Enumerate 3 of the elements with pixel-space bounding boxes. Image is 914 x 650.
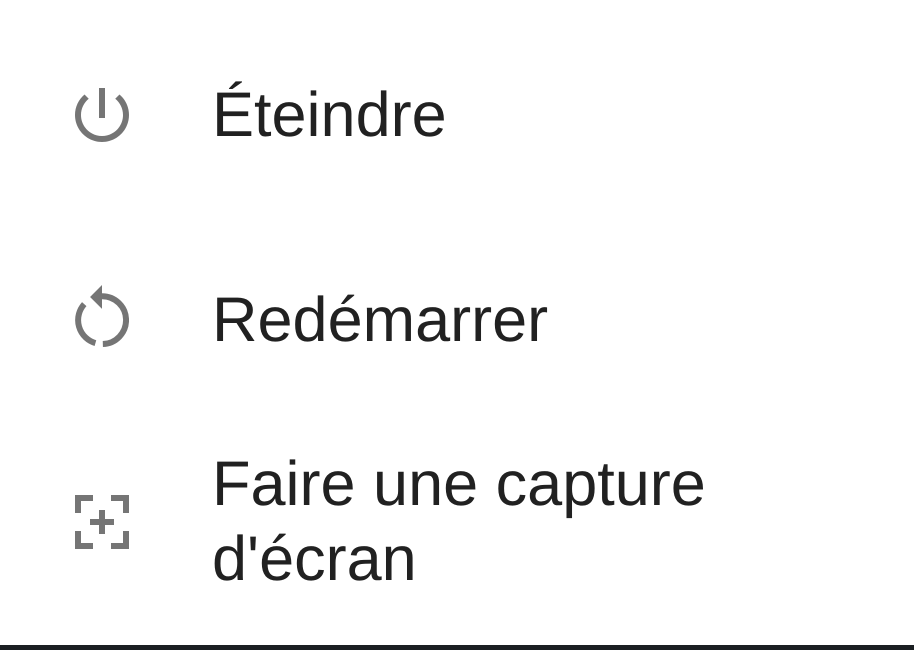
power-icon [75, 88, 129, 142]
restart-icon [75, 285, 129, 347]
screenshot-icon [75, 495, 129, 549]
